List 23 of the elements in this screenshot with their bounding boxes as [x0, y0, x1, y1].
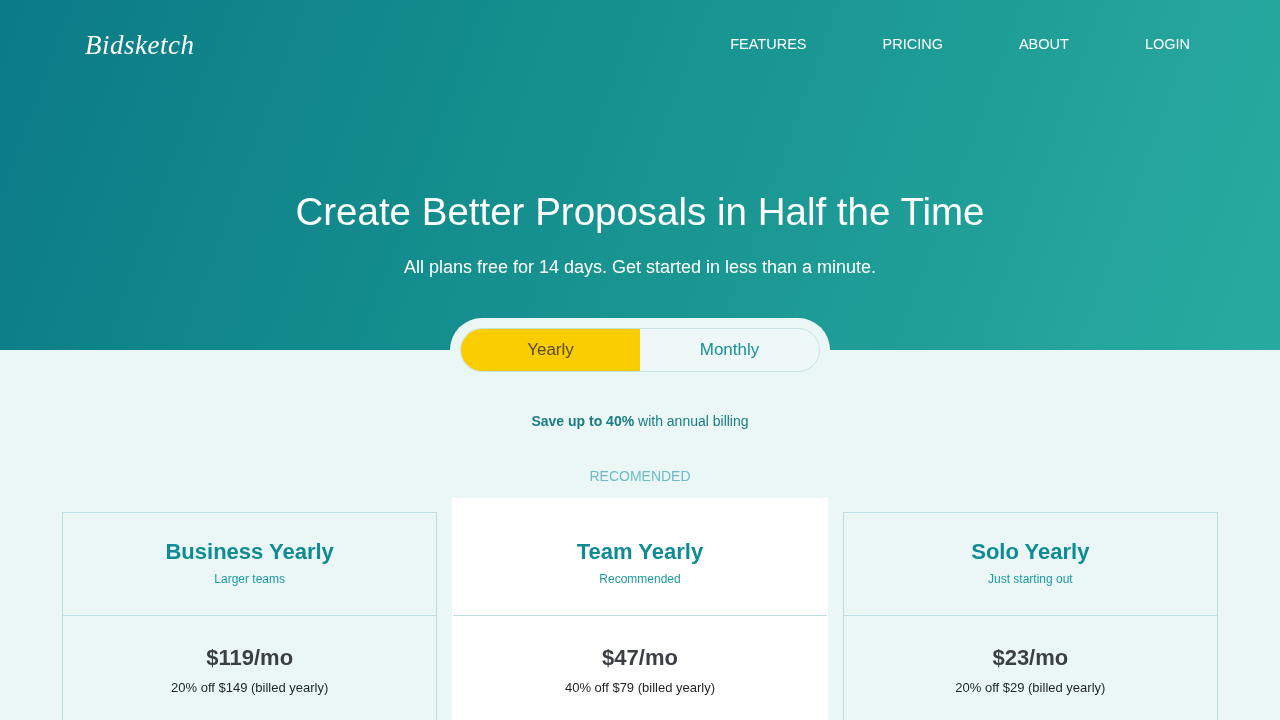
plan-price: $119/mo: [206, 644, 294, 672]
plan-name: Business Yearly: [165, 538, 334, 566]
plan-price-note: 20% off $29 (billed yearly): [955, 679, 1106, 697]
nav-link[interactable]: LOGIN: [1144, 34, 1190, 56]
nav-link[interactable]: PRICING: [882, 34, 943, 56]
plan-price-note: 40% off $79 (billed yearly): [564, 679, 716, 697]
hero-subtitle: All plans free for 14 days. Get started in less than a minute.: [403, 256, 877, 279]
plan-name: Solo Yearly: [971, 538, 1090, 566]
nav-link[interactable]: FEATURES: [730, 34, 807, 56]
plan-tagline: Recommended: [599, 571, 681, 588]
logo-link[interactable]: Bidsketch: [85, 24, 195, 66]
plan-tagline: Larger teams: [214, 571, 285, 588]
recommended-label: RECOMENDED: [589, 467, 691, 486]
billing-option-button[interactable]: Monthly: [640, 329, 819, 371]
plan-tagline: Just starting out: [987, 571, 1073, 588]
plan-price-note: 20% off $149 (billed yearly): [171, 679, 329, 697]
plan-name: Team Yearly: [576, 538, 704, 566]
savings-note: Save up to 40% with annual billing: [531, 412, 749, 431]
plan-price: $47/mo: [602, 644, 678, 672]
billing-option-button[interactable]: Yearly: [461, 329, 640, 371]
nav-link[interactable]: ABOUT: [1018, 34, 1069, 56]
plan-price: $23/mo: [992, 644, 1069, 672]
hero-title: Create Better Proposals in Half the Time: [295, 189, 985, 235]
